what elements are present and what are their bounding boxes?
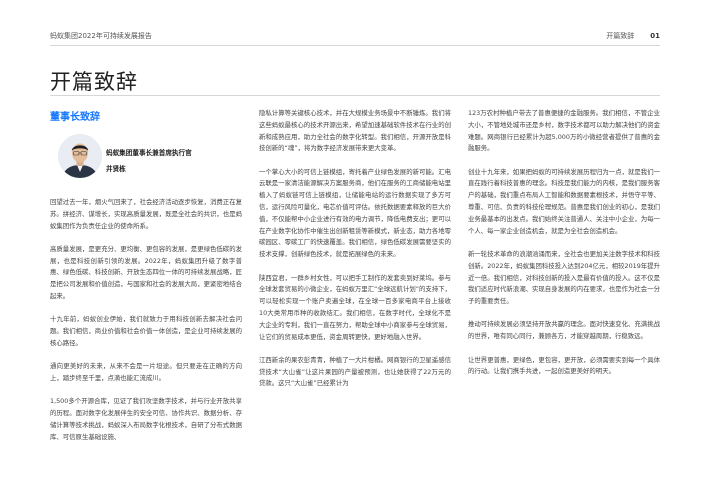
paragraph: 隐私计算等关键核心技术，并在大规模业务场景中不断锤炼。我们将这些蚂蚁最核心的技术… — [259, 109, 451, 153]
page-number: 01 — [650, 32, 660, 40]
paragraph: 一个掌心大小的可信上链模组，寄托着产业绿色发展的新可能。汇电云联是一家清洁能源解… — [259, 167, 451, 259]
paragraph: 高质量发展，是更充分、更均衡、更包容的发展，是更绿色低碳的发展，也是科技创新引领… — [50, 244, 242, 301]
header-right: 开篇致辞 01 — [606, 31, 660, 41]
text-column-1: 回望过去一年，烟火气回来了，社会经济活动逐步恢复，消费正在复苏。拼经济、谋增长，… — [50, 197, 242, 455]
section-label: 开篇致辞 — [606, 32, 635, 40]
paragraph: 回望过去一年，烟火气回来了，社会经济活动逐步恢复，消费正在复苏。拼经济、谋增长，… — [50, 198, 242, 230]
paragraph: 123万农村种植户带去了普惠便捷的金融服务。我们相信，不管企业大小，不管地处城市… — [468, 109, 660, 153]
chairman-block: 蚂蚁集团董事长兼首席执行官 井贤栋 — [50, 134, 240, 184]
paragraph: 十九年前，蚂蚁创业伊始，我们就致力于用科技创新去解决社会问题。我们相信，商业价值… — [50, 315, 242, 347]
report-title: 蚂蚁集团2022年可持续发展报告 — [50, 32, 152, 40]
paragraph: 新一轮技术革命的浪潮汹涌而来，全社会也更加关注数字技术和科技创新。2022年，蚂… — [468, 249, 660, 306]
paragraph: 创业十九年来，如果把蚂蚁的可持续发展历程归为一点，就是我们一直在践行着科技普惠的… — [468, 167, 660, 235]
chairman-title: 蚂蚁集团董事长兼首席执行官 — [106, 149, 192, 157]
text-column-2: 隐私计算等关键核心技术，并在大规模业务场景中不断锤炼。我们将这些蚂蚁最核心的技术… — [259, 108, 451, 402]
chairman-name: 井贤栋 — [106, 165, 126, 173]
paragraph: 1,500多个开源合库，见证了我们攻坚数字技术，并与行业开放共享的历程。面对数字… — [50, 397, 242, 441]
title-divider — [50, 95, 660, 96]
paragraph: 陕西宜君，一群乡村女性，可以把手工制作的发套卖到好莱坞。参与全球发套贸易的小微企… — [259, 273, 451, 341]
paragraph: 江西新余的果农彭青青，种植了一大片柑橘。网商银行的卫星遥感信贷技术“大山雀”让这… — [259, 355, 451, 388]
paragraph: 推动可持续发展必须坚持开放共赢的理念。面对快速变化、充满挑战的世界，唯有同心同行… — [468, 320, 660, 341]
header-divider — [50, 45, 660, 46]
chairman-portrait — [58, 134, 102, 178]
text-column-3: 123万农村种植户带去了普惠便捷的金融服务。我们相信，不管企业大小，不管地处城市… — [468, 108, 660, 390]
paragraph: 让世界更普惠，更绿色，更包容，更开放，必须需要实到每一个具体的行动。让我们携手共… — [468, 355, 660, 376]
page-title: 开篇致辞 — [50, 70, 138, 94]
section-heading: 董事长致辞 — [50, 112, 100, 123]
page-header: 蚂蚁集团2022年可持续发展报告 开篇致辞 01 — [50, 28, 660, 42]
paragraph: 通向更美好的未来，从来不会是一片坦途。但只要走在正确的方向上，踏步终至千里，点滴… — [50, 362, 242, 383]
